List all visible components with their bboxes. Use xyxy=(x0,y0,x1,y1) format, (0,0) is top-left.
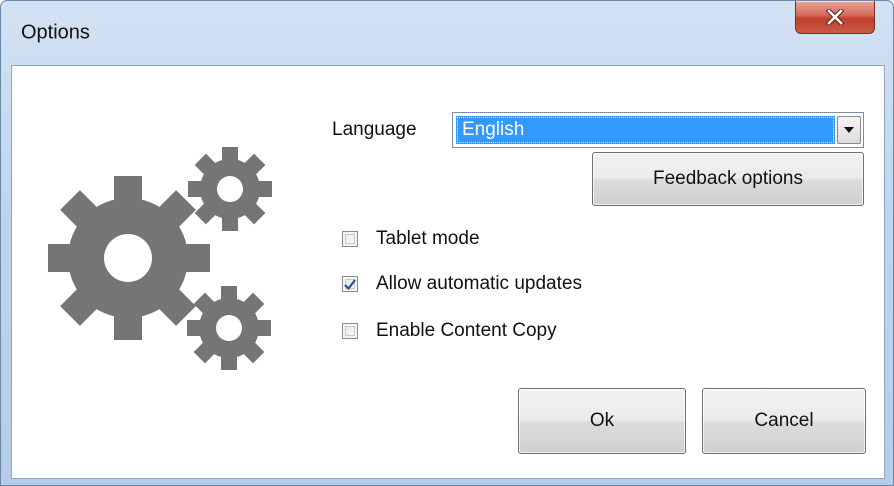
language-label: Language xyxy=(332,119,417,140)
content-copy-option[interactable]: Enable Content Copy xyxy=(342,320,557,342)
feedback-options-button[interactable]: Feedback options xyxy=(592,152,864,206)
close-icon xyxy=(826,9,844,25)
content-copy-checkbox[interactable] xyxy=(342,323,358,339)
cancel-button[interactable]: Cancel xyxy=(702,388,866,454)
language-select[interactable]: English xyxy=(452,112,864,148)
tablet-mode-checkbox[interactable] xyxy=(342,231,358,247)
options-dialog: Options Language English Feedback option… xyxy=(0,0,894,486)
ok-button[interactable]: Ok xyxy=(518,388,686,454)
tablet-mode-option[interactable]: Tablet mode xyxy=(342,228,480,250)
title-bar[interactable]: Options xyxy=(1,1,893,47)
content-copy-label: Enable Content Copy xyxy=(376,320,557,341)
chevron-down-icon xyxy=(844,127,854,133)
dialog-title: Options xyxy=(21,21,90,44)
gears-icon xyxy=(48,147,272,370)
auto-updates-label: Allow automatic updates xyxy=(376,273,582,294)
auto-updates-checkbox[interactable] xyxy=(342,276,358,292)
tablet-mode-label: Tablet mode xyxy=(376,228,480,249)
auto-updates-option[interactable]: Allow automatic updates xyxy=(342,273,582,295)
close-button[interactable] xyxy=(795,1,875,34)
dropdown-arrow-button[interactable] xyxy=(837,116,861,144)
language-select-value: English xyxy=(456,116,835,144)
checkmark-icon xyxy=(344,278,356,290)
dialog-content: Language English Feedback options Tablet… xyxy=(11,65,885,479)
